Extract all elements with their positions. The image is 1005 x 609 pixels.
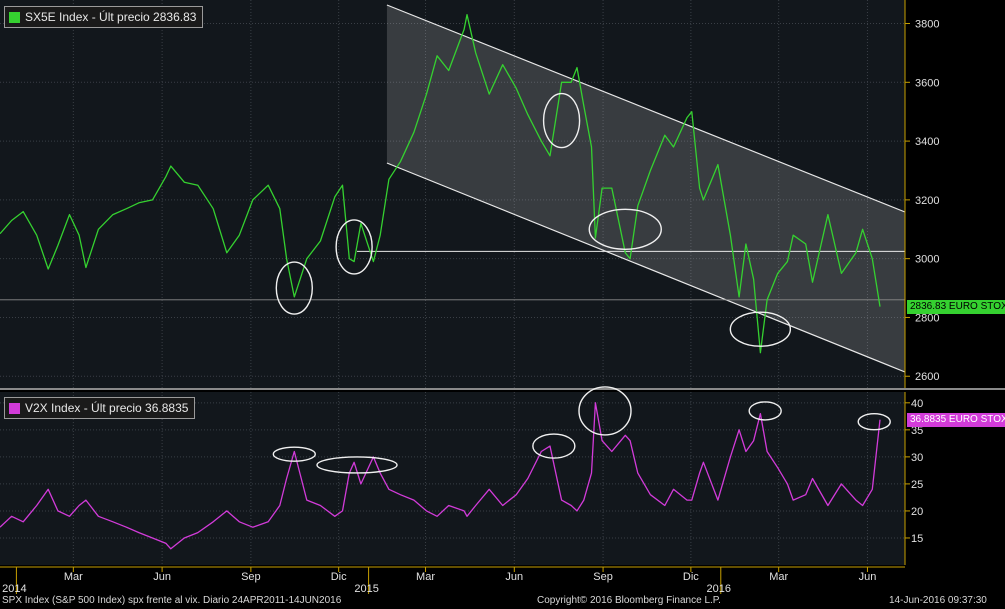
chart-canvas: 2600280030003200340036003800152025303540… [0, 0, 1005, 609]
sx5e-legend-label: SX5E Index - Últ precio 2836.83 [25, 10, 197, 24]
footer-description: SPX Index (S&P 500 Index) spx frente al … [2, 595, 342, 606]
x-tick-label: Dic [331, 571, 347, 583]
top-y-tick-label: 3000 [915, 254, 939, 266]
v2x-legend-swatch [9, 402, 20, 414]
x-tick-label: Jun [859, 571, 877, 583]
x-tick-label: Mar [64, 571, 83, 583]
x-tick-label: Sep [241, 571, 261, 583]
x-tick-label: Jun [153, 571, 171, 583]
bottom-y-tick-label: 20 [911, 506, 923, 518]
sx5e-legend-swatch [9, 11, 20, 23]
top-y-tick-label: 2600 [915, 371, 939, 383]
footer-timestamp: 14-Jun-2016 09:37:30 [889, 595, 987, 606]
v2x-legend: V2X Index - Últ precio 36.8835 [4, 397, 196, 419]
x-tick-label: Jun [505, 571, 523, 583]
x-tick-label: Mar [769, 571, 788, 583]
year-label: 2014 [2, 583, 26, 595]
footer-copyright: Copyright© 2016 Bloomberg Finance L.P. [537, 595, 721, 606]
year-label: 2016 [707, 583, 731, 595]
top-y-tick-label: 3800 [915, 19, 939, 31]
bottom-y-tick-label: 30 [911, 452, 923, 464]
bottom-y-tick-label: 15 [911, 533, 923, 545]
top-y-tick-label: 2800 [915, 312, 939, 324]
x-tick-label: Dic [683, 571, 699, 583]
x-tick-label: Sep [593, 571, 613, 583]
top-y-tick-label: 3400 [915, 136, 939, 148]
top-y-tick-label: 3200 [915, 195, 939, 207]
year-label: 2015 [354, 583, 378, 595]
bottom-y-tick-label: 40 [911, 398, 923, 410]
x-tick-label: Mar [416, 571, 435, 583]
sx5e-last-value-label: 2836.83 EURO STOX [907, 299, 1005, 314]
bottom-y-tick-label: 25 [911, 479, 923, 491]
sx5e-legend: SX5E Index - Últ precio 2836.83 [4, 6, 204, 28]
top-y-tick-label: 3600 [915, 77, 939, 89]
v2x-last-value-label: 36.8835 EURO STOX [907, 412, 1005, 427]
v2x-legend-label: V2X Index - Últ precio 36.8835 [25, 401, 189, 415]
